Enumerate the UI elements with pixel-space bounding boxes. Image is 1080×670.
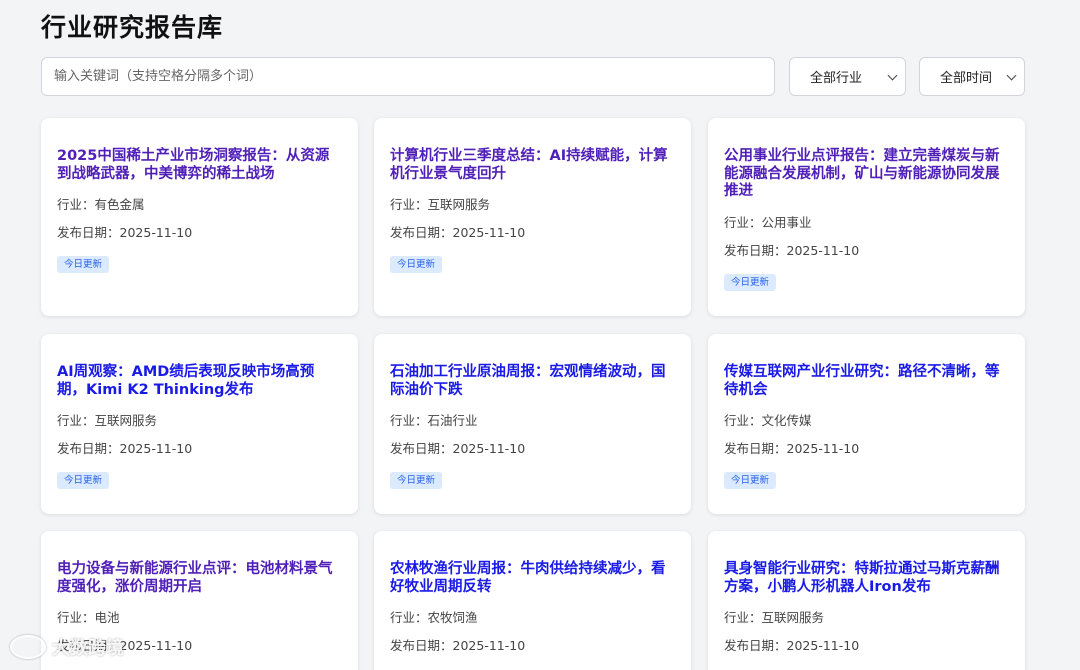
report-card[interactable]: 石油加工行业原油周报：宏观情绪波动，国际油价下跌 行业：石油行业 发布日期：20… bbox=[374, 334, 691, 514]
report-title[interactable]: 传媒互联网产业行业研究：路径不清晰，等待机会 bbox=[724, 364, 1009, 399]
report-title[interactable]: AI周观察：AMD绩后表现反映市场高预期，Kimi K2 Thinking发布 bbox=[57, 364, 342, 399]
today-update-badge: 今日更新 bbox=[57, 472, 110, 489]
watermark: 大数跨境 bbox=[10, 634, 124, 660]
industry-filter-select[interactable]: 全部行业 bbox=[789, 57, 906, 96]
report-date: 发布日期：2025-11-10 bbox=[57, 225, 193, 240]
watermark-text: 大数跨境 bbox=[52, 638, 124, 659]
report-title[interactable]: 具身智能行业研究：特斯拉通过马斯克薪酬方案，小鹏人形机器人Iron发布 bbox=[724, 561, 1009, 596]
report-title[interactable]: 2025中国稀土产业市场洞察报告：从资源到战略武器，中美博弈的稀土战场 bbox=[57, 148, 342, 183]
report-industry: 行业：互联网服务 bbox=[57, 413, 158, 428]
report-industry: 行业：互联网服务 bbox=[390, 197, 491, 212]
report-card[interactable]: 公用事业行业点评报告：建立完善煤炭与新能源融合发展机制，矿山与新能源协同发展推进… bbox=[708, 118, 1025, 316]
report-title[interactable]: 电力设备与新能源行业点评：电池材料景气度强化，涨价周期开启 bbox=[57, 561, 342, 596]
report-date: 发布日期：2025-11-10 bbox=[724, 242, 860, 258]
report-title[interactable]: 公用事业行业点评报告：建立完善煤炭与新能源融合发展机制，矿山与新能源协同发展推进 bbox=[724, 148, 1009, 201]
report-date: 发布日期：2025-11-10 bbox=[57, 441, 193, 456]
report-title[interactable]: 农林牧渔行业周报：牛肉供给持续减少，看好牧业周期反转 bbox=[390, 561, 675, 596]
report-title[interactable]: 石油加工行业原油周报：宏观情绪波动，国际油价下跌 bbox=[390, 364, 675, 399]
report-card[interactable]: 具身智能行业研究：特斯拉通过马斯克薪酬方案，小鹏人形机器人Iron发布 行业：互… bbox=[708, 531, 1025, 670]
report-industry: 行业：石油行业 bbox=[390, 413, 478, 428]
report-industry: 行业：电池 bbox=[57, 610, 120, 625]
time-filter-select[interactable]: 全部时间 bbox=[919, 57, 1025, 96]
report-card[interactable]: 计算机行业三季度总结：AI持续赋能，计算机行业景气度回升 行业：互联网服务 发布… bbox=[374, 118, 691, 316]
time-filter-value: 全部时间 bbox=[940, 71, 993, 86]
report-industry: 行业：文化传媒 bbox=[724, 413, 812, 428]
report-industry: 行业：有色金属 bbox=[57, 197, 145, 212]
watermark-logo-icon bbox=[10, 635, 46, 659]
report-industry: 行业：农牧饲渔 bbox=[390, 610, 478, 625]
report-card[interactable]: AI周观察：AMD绩后表现反映市场高预期，Kimi K2 Thinking发布 … bbox=[41, 334, 358, 514]
today-update-badge: 今日更新 bbox=[57, 256, 110, 273]
search-input[interactable] bbox=[41, 57, 775, 96]
report-card[interactable]: 农林牧渔行业周报：牛肉供给持续减少，看好牧业周期反转 行业：农牧饲渔 发布日期：… bbox=[374, 531, 691, 670]
report-date: 发布日期：2025-11-10 bbox=[390, 638, 526, 653]
report-date: 发布日期：2025-11-10 bbox=[390, 441, 526, 456]
chevron-down-icon bbox=[887, 70, 898, 81]
today-update-badge: 今日更新 bbox=[724, 472, 777, 489]
today-update-badge: 今日更新 bbox=[390, 472, 443, 489]
report-date: 发布日期：2025-11-10 bbox=[390, 225, 526, 240]
report-industry: 行业：互联网服务 bbox=[724, 610, 825, 625]
report-industry: 行业：公用事业 bbox=[724, 214, 812, 230]
today-update-badge: 今日更新 bbox=[724, 273, 777, 291]
report-title[interactable]: 计算机行业三季度总结：AI持续赋能，计算机行业景气度回升 bbox=[390, 148, 675, 183]
report-card[interactable]: 2025中国稀土产业市场洞察报告：从资源到战略武器，中美博弈的稀土战场 行业：有… bbox=[41, 118, 358, 316]
today-update-badge: 今日更新 bbox=[390, 256, 443, 273]
chevron-down-icon bbox=[1006, 70, 1017, 81]
report-date: 发布日期：2025-11-10 bbox=[724, 441, 860, 456]
page-title: 行业研究报告库 bbox=[41, 13, 224, 42]
report-date: 发布日期：2025-11-10 bbox=[724, 638, 860, 653]
industry-filter-value: 全部行业 bbox=[810, 71, 863, 86]
report-card[interactable]: 传媒互联网产业行业研究：路径不清晰，等待机会 行业：文化传媒 发布日期：2025… bbox=[708, 334, 1025, 514]
